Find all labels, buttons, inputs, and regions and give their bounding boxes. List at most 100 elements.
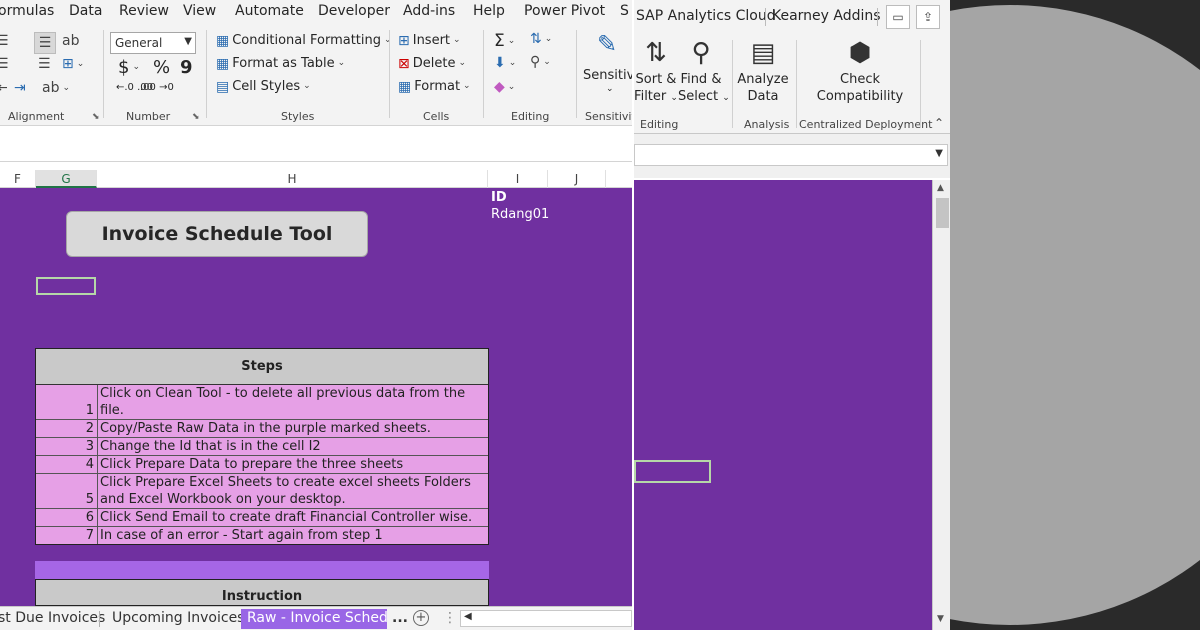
vertical-scrollbar[interactable]: ▲ ▼ (932, 180, 950, 630)
step-number: 2 (36, 420, 98, 437)
number-launcher-icon[interactable]: ⬊ (192, 112, 200, 122)
align-right-icon[interactable]: ☰ (0, 57, 9, 71)
steps-row[interactable]: 3 Change the Id that is in the cell I2 (36, 438, 488, 456)
step-text: Click Prepare Excel Sheets to create exc… (100, 475, 471, 507)
sheet-tab-upcoming-invoices[interactable]: Upcoming Invoices (106, 609, 250, 629)
orientation-icon[interactable]: ab ⌄ (42, 81, 70, 95)
scroll-down-icon[interactable]: ▼ (937, 614, 944, 624)
insert-cells-button[interactable]: ⊞ Insert ⌄ (398, 33, 461, 48)
delete-label: Delete (412, 56, 456, 71)
tab-power-pivot[interactable]: Power Pivot (524, 3, 605, 19)
tab-kearney-addins[interactable]: Kearney Addins (772, 8, 881, 24)
cell-styles-label: Cell Styles (232, 79, 301, 94)
steps-row[interactable]: 2 Copy/Paste Raw Data in the purple mark… (36, 420, 488, 438)
worksheet[interactable]: Invoice Schedule Tool ID Rdang01 Steps 1… (0, 188, 632, 606)
format-as-table-button[interactable]: ▦ Format as Table ⌄ (216, 56, 345, 71)
scroll-left-icon[interactable]: ◀ (464, 611, 472, 622)
divider (99, 611, 100, 627)
insert-icon: ⊞ (398, 32, 410, 49)
horizontal-scrollbar[interactable]: ◀ (460, 610, 632, 627)
align-center-icon[interactable]: ☰ (34, 32, 56, 54)
column-header-f[interactable]: F (0, 170, 36, 188)
sensitivity-icon[interactable]: ✎ (597, 32, 617, 56)
steps-row[interactable]: 4 Click Prepare Data to prepare the thre… (36, 456, 488, 474)
sort-filter-small-button[interactable]: ⇅ ⌄ (530, 32, 552, 46)
add-sheet-icon[interactable]: + (413, 610, 429, 626)
tab-view[interactable]: View (183, 3, 216, 19)
conditional-formatting-button[interactable]: ▦ Conditional Formatting ⌄ (216, 33, 392, 48)
tab-sap-analytics-cloud[interactable]: SAP Analytics Cloud (636, 8, 776, 24)
justify-icon[interactable]: ☰ (38, 57, 51, 71)
steps-row[interactable]: 7 In case of an error - Start again from… (36, 527, 488, 544)
desktop-background (950, 0, 1200, 630)
share-icon[interactable]: ⇪ (916, 5, 940, 29)
steps-row[interactable]: 1 Click on Clean Tool - to delete all pr… (36, 385, 488, 420)
id-value-cell[interactable]: Rdang01 (491, 207, 549, 222)
formula-bar[interactable] (0, 127, 632, 162)
find-select-button[interactable]: ⚲ Find & Select ⌄ (678, 34, 730, 107)
align-left-icon[interactable]: ☰ (0, 34, 9, 48)
tab-add-ins[interactable]: Add-ins (403, 3, 455, 19)
steps-header: Steps (36, 349, 488, 385)
currency-format-button[interactable]: $ ⌄ (118, 57, 140, 78)
accent-bar (35, 561, 489, 579)
tab-help[interactable]: Help (473, 3, 505, 19)
wrap-text-icon[interactable]: ab (62, 34, 79, 48)
delete-cells-button[interactable]: ⊠ Delete ⌄ (398, 56, 466, 71)
tab-automate[interactable]: Automate (235, 3, 304, 19)
column-header-i[interactable]: I (488, 170, 548, 188)
scroll-up-icon[interactable]: ▲ (937, 183, 944, 193)
percent-format-button[interactable]: % (153, 57, 170, 78)
more-sheets-button[interactable]: ... (386, 609, 414, 629)
column-header-h[interactable]: H (97, 170, 488, 188)
column-header-j[interactable]: J (548, 170, 606, 188)
cell-styles-button[interactable]: ▤ Cell Styles ⌄ (216, 79, 311, 94)
find-button[interactable]: ⚲ ⌄ (530, 55, 551, 69)
clear-button[interactable]: ◆ ⌄ (494, 80, 515, 94)
tab-developer[interactable]: Developer (318, 3, 390, 19)
divider (765, 8, 766, 26)
group-label-analysis: Analysis (744, 118, 790, 131)
alignment-launcher-icon[interactable]: ⬊ (92, 112, 100, 122)
worksheet-right[interactable] (634, 180, 932, 630)
comments-icon[interactable]: ▭ (886, 5, 910, 29)
sensitivity-button[interactable]: Sensitivit (583, 68, 632, 83)
active-cell-selection[interactable] (634, 460, 711, 483)
cell-styles-icon: ▤ (216, 78, 230, 95)
autosum-button[interactable]: Σ ⌄ (494, 31, 515, 51)
scrollbar-thumb[interactable] (936, 198, 949, 228)
analyze-data-button[interactable]: ▤ Analyze Data (736, 34, 790, 105)
sort-filter-button[interactable]: ⇅ Sort & Filter ⌄ (634, 34, 678, 107)
sheet-tab-raw-invoice-schedule[interactable]: Raw - Invoice Schedule (241, 609, 387, 629)
steps-row[interactable]: 5 Click Prepare Excel Sheets to create e… (36, 474, 488, 509)
tab-data[interactable]: Data (69, 3, 102, 19)
divider (483, 30, 484, 118)
delete-icon: ⊠ (398, 55, 410, 72)
tab-formulas[interactable]: ormulas (0, 3, 54, 19)
decrease-decimal-icon[interactable]: .00 →0 (140, 82, 174, 93)
chevron-down-icon[interactable]: ⌄ (606, 84, 614, 94)
sort-filter-icon: ⇅ (645, 38, 667, 68)
step-text: Change the Id that is in the cell I2 (100, 439, 321, 454)
collapse-ribbon-icon[interactable]: ⌃ (934, 116, 944, 130)
increase-indent-icon[interactable]: ⇥ (14, 81, 26, 95)
comma-style-button[interactable]: 9 (180, 57, 193, 78)
active-cell-selection[interactable] (36, 277, 96, 295)
format-label: Format (414, 79, 461, 94)
invoice-schedule-tool-button[interactable]: Invoice Schedule Tool (66, 211, 368, 257)
ribbon-right: ⇅ Sort & Filter ⌄ ⚲ Find & Select ⌄ Edit… (634, 34, 950, 134)
decrease-indent-icon[interactable]: ⇤ (0, 81, 8, 95)
steps-row[interactable]: 6 Click Send Email to create draft Finan… (36, 509, 488, 527)
format-cells-button[interactable]: ▦ Format ⌄ (398, 79, 471, 94)
name-box-right[interactable]: ▼ (634, 144, 948, 166)
divider (206, 30, 207, 118)
sheet-tab-past-due-invoices[interactable]: st Due Invoices (0, 609, 111, 629)
merge-cells-icon[interactable]: ⊞ ⌄ (62, 57, 84, 71)
check-compatibility-button[interactable]: ⬢ Check Compatibility (804, 34, 916, 105)
tab-review[interactable]: Review (119, 3, 169, 19)
column-header-g[interactable]: G (36, 170, 97, 188)
number-format-select[interactable]: General ▼ (110, 32, 196, 54)
fill-button[interactable]: ⬇ ⌄ (494, 56, 516, 70)
decorative-circle (950, 5, 1200, 625)
tab-overflow[interactable]: S (620, 3, 629, 19)
